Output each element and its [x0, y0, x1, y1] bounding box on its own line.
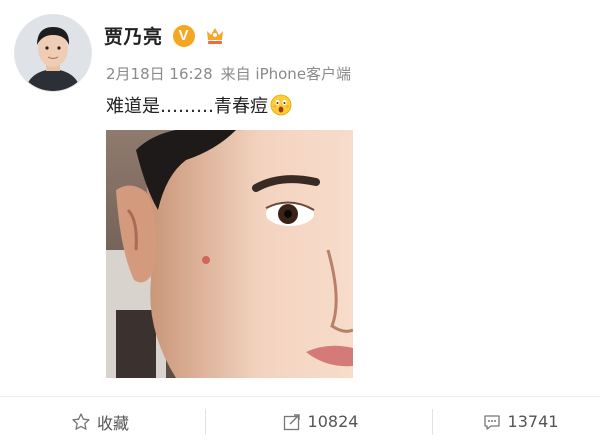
- shocked-emoji-icon: [270, 94, 292, 116]
- username[interactable]: 贾乃亮: [104, 22, 163, 49]
- post-date[interactable]: 2月18日 16:28: [106, 65, 213, 83]
- repost-button[interactable]: 10824: [210, 397, 430, 446]
- vip-member-icon: [206, 27, 223, 44]
- post-header: 贾乃亮 V: [104, 22, 227, 49]
- action-separator: [205, 409, 206, 435]
- post-text: 难道是………青春痘: [106, 96, 268, 117]
- favorite-button[interactable]: 收藏: [0, 397, 200, 446]
- post-meta: 2月18日 16:28 来自 iPhone客户端: [106, 63, 351, 84]
- repost-count: 10824: [307, 412, 359, 431]
- comment-bubble-icon: [483, 414, 500, 430]
- post-photo[interactable]: [106, 130, 353, 378]
- post-source[interactable]: 来自 iPhone客户端: [221, 65, 351, 83]
- comment-button[interactable]: 13741: [440, 397, 600, 446]
- share-arrow-icon: [283, 413, 300, 430]
- verified-badge-icon: V: [172, 24, 195, 47]
- post-body: 难道是………青春痘: [106, 92, 292, 118]
- comment-count: 13741: [507, 412, 559, 431]
- action-separator: [432, 409, 433, 435]
- star-outline-icon: [72, 412, 90, 430]
- favorite-label: 收藏: [96, 413, 129, 433]
- action-bar: 收藏 10824 13741: [0, 397, 600, 446]
- avatar[interactable]: [14, 14, 92, 92]
